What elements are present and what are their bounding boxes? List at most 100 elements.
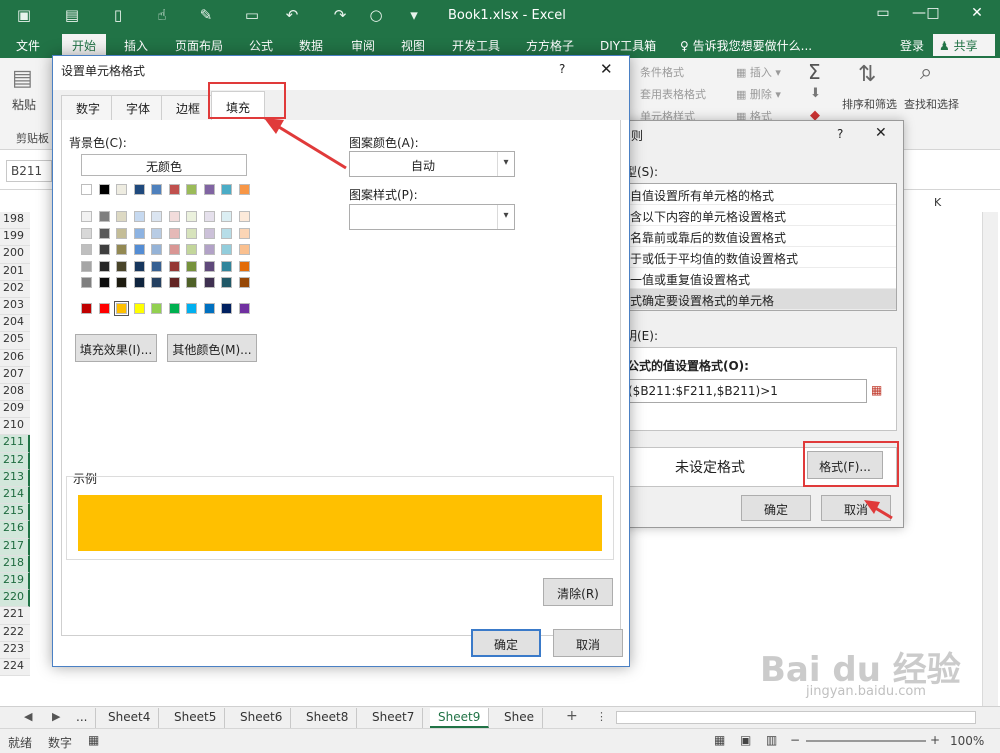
sort-filter-icon[interactable]: ⇅	[858, 62, 876, 87]
row-header[interactable]: 223	[0, 641, 30, 659]
color-swatch[interactable]	[203, 211, 215, 222]
color-swatch[interactable]	[203, 303, 215, 314]
more-colors-button[interactable]: 其他颜色(M)...	[167, 334, 257, 362]
row-header[interactable]: 212	[0, 452, 30, 470]
color-swatch[interactable]	[168, 277, 180, 288]
color-swatch[interactable]	[116, 211, 127, 222]
paste-button[interactable]: 粘贴	[12, 96, 36, 113]
print-icon[interactable]: ▭	[242, 6, 262, 24]
tab-file[interactable]: 文件	[16, 37, 40, 54]
fill-effects-button[interactable]: 填充效果(I)...	[75, 334, 157, 362]
rule-type-list[interactable]: 自值设置所有单元格的格式 含以下内容的单元格设置格式 名靠前或靠后的数值设置格式 于或…	[625, 183, 897, 311]
rule-type-item[interactable]: 一值或重复值设置格式	[626, 268, 896, 289]
row-header[interactable]: 221	[0, 607, 30, 625]
page-layout-view-icon[interactable]: ▣	[740, 733, 751, 747]
color-swatch[interactable]	[186, 227, 197, 239]
color-swatch[interactable]	[221, 303, 232, 314]
circle-icon[interactable]: ○	[366, 6, 386, 24]
row-header[interactable]: 201	[0, 263, 30, 281]
color-swatch[interactable]	[81, 184, 92, 195]
color-swatch[interactable]	[81, 244, 92, 255]
row-header[interactable]: 204	[0, 315, 30, 333]
color-swatch[interactable]	[168, 211, 180, 222]
color-swatch[interactable]	[114, 301, 129, 316]
pattern-style-select[interactable]: ▾	[349, 204, 515, 230]
tab-developer[interactable]: 开发工具	[452, 37, 500, 54]
tab-border[interactable]: 边框	[161, 95, 216, 120]
row-header[interactable]: 215	[0, 504, 30, 522]
color-swatch[interactable]	[98, 211, 110, 222]
color-swatch[interactable]	[151, 211, 162, 222]
rule-help-button[interactable]: ?	[837, 127, 843, 141]
sheet-tab[interactable]: Sheet5	[166, 708, 226, 728]
open-icon[interactable]: ▤	[62, 6, 82, 24]
sheet-tab[interactable]: Sheet7	[364, 708, 424, 728]
new-icon[interactable]: ▯	[108, 6, 128, 24]
color-swatch[interactable]	[203, 184, 215, 195]
tab-diy-tools[interactable]: DIY工具箱	[600, 37, 656, 54]
color-swatch[interactable]	[133, 227, 145, 239]
color-swatch[interactable]	[98, 184, 110, 195]
color-swatch[interactable]	[81, 260, 92, 272]
color-swatch[interactable]	[133, 277, 145, 288]
format-help-button[interactable]: ?	[559, 62, 565, 76]
fill-icon[interactable]: ⬇	[810, 86, 821, 101]
color-swatch[interactable]	[186, 211, 197, 222]
color-swatch[interactable]	[168, 303, 180, 314]
color-swatch[interactable]	[168, 184, 180, 195]
color-swatch[interactable]	[186, 260, 197, 272]
row-header[interactable]: 219	[0, 572, 30, 591]
row-header[interactable]: 220	[0, 590, 30, 608]
sort-filter-button[interactable]: 排序和筛选	[842, 96, 897, 112]
row-header[interactable]: 208	[0, 383, 30, 402]
color-swatch[interactable]	[238, 260, 250, 272]
color-swatch[interactable]	[203, 277, 215, 288]
color-swatch[interactable]	[151, 184, 162, 195]
sheet-tab[interactable]: Shee	[496, 708, 543, 728]
color-swatch[interactable]	[81, 211, 92, 222]
no-color-button[interactable]: 无颜色	[81, 154, 247, 176]
column-header-k[interactable]: K	[934, 196, 941, 209]
row-header[interactable]: 214	[0, 487, 30, 505]
maximize-button[interactable]: □	[922, 5, 944, 21]
row-header[interactable]: 218	[0, 555, 30, 573]
row-header[interactable]: 213	[0, 469, 30, 487]
color-swatch[interactable]	[221, 244, 232, 255]
tab-data[interactable]: 数据	[299, 37, 323, 54]
color-swatch[interactable]	[186, 244, 197, 255]
rule-type-item[interactable]: 于或低于平均值的数值设置格式	[626, 247, 896, 268]
insert-cells-button[interactable]: ▦ 插入 ▾	[736, 64, 781, 80]
color-swatch[interactable]	[151, 303, 162, 314]
ribbon-display-icon[interactable]: ▭	[872, 5, 894, 21]
color-swatch[interactable]	[133, 184, 145, 195]
tab-insert[interactable]: 插入	[124, 37, 148, 54]
format-painter-icon[interactable]: ✎	[196, 6, 216, 24]
color-swatch[interactable]	[116, 277, 127, 288]
horizontal-scrollbar[interactable]	[616, 711, 976, 724]
tell-me-box[interactable]: ♀ 告诉我您想要做什么...	[680, 37, 812, 54]
row-header[interactable]: 205	[0, 332, 30, 350]
format-close-button[interactable]: ✕	[600, 60, 613, 78]
color-swatch[interactable]	[98, 277, 110, 288]
sheet-tab[interactable]: Sheet8	[298, 708, 358, 728]
row-header[interactable]: 207	[0, 366, 30, 384]
sheet-tab[interactable]: Sheet4	[100, 708, 160, 728]
color-swatch[interactable]	[98, 244, 110, 255]
color-swatch[interactable]	[221, 277, 232, 288]
color-swatch[interactable]	[133, 211, 145, 222]
rule-type-item[interactable]: 式确定要设置格式的单元格	[626, 289, 896, 310]
sheet-tab-more[interactable]: ...	[68, 708, 97, 728]
color-swatch[interactable]	[238, 277, 250, 288]
row-header[interactable]: 222	[0, 624, 30, 642]
tab-split-handle[interactable]: ⋮	[596, 710, 607, 723]
name-box[interactable]: B211	[6, 160, 52, 182]
rule-type-item[interactable]: 名靠前或靠后的数值设置格式	[626, 226, 896, 247]
rule-close-button[interactable]: ✕	[875, 125, 887, 141]
zoom-level[interactable]: 100%	[950, 734, 984, 748]
color-swatch[interactable]	[168, 227, 180, 239]
redo-icon[interactable]: ↷	[330, 6, 350, 24]
color-swatch[interactable]	[151, 260, 162, 272]
zoom-slider[interactable]	[806, 740, 926, 742]
row-header[interactable]: 210	[0, 418, 30, 436]
row-header[interactable]: 216	[0, 521, 30, 539]
